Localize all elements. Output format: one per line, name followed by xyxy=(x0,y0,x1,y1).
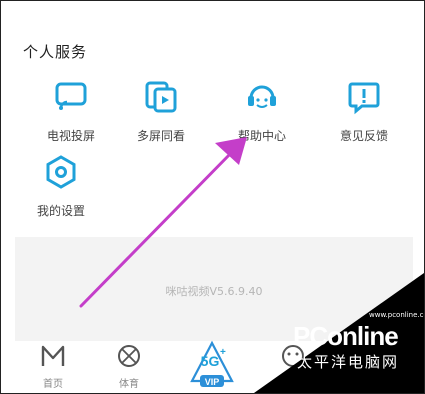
annotation-arrow xyxy=(79,137,247,308)
screen: 个人服务 电视投屏 多屏同看 帮助中心 意见反馈 我的设置 咪咕视频V5.6.9… xyxy=(0,0,425,394)
